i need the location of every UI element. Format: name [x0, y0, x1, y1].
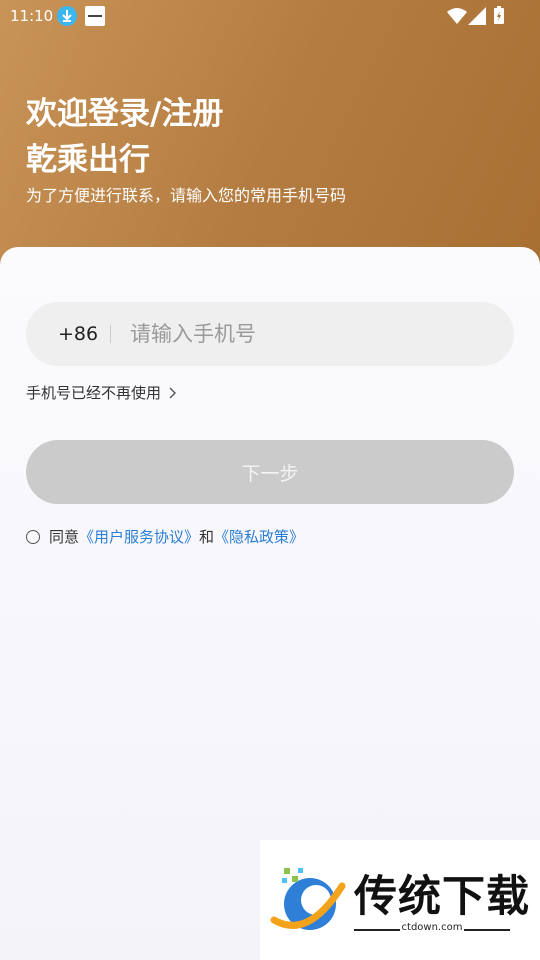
next-button[interactable]: 下一步 — [26, 440, 514, 504]
watermark-logo-icon — [270, 868, 346, 930]
agreement-and: 和 — [199, 528, 215, 546]
status-time: 11:10 — [10, 7, 54, 25]
agreement-row: 同意 《用户服务协议》 和 《隐私政策》 — [26, 526, 304, 547]
agreement-radio[interactable] — [26, 529, 40, 544]
battery-icon — [494, 6, 504, 24]
country-code-selector[interactable]: +86 — [58, 323, 98, 345]
signal-icon — [468, 7, 486, 25]
status-bar: 11:10 — [0, 0, 540, 32]
watermark-line-right — [464, 929, 510, 931]
phone-field[interactable]: +86 — [26, 302, 514, 366]
field-divider — [110, 325, 111, 343]
chevron-right-icon — [169, 387, 177, 398]
watermark: 传统下载 ctdown.com — [260, 840, 540, 960]
privacy-policy-link[interactable]: 《隐私政策》 — [214, 526, 304, 547]
page-subtitle: 为了方便进行联系，请输入您的常用手机号码 — [26, 186, 347, 205]
watermark-line-left — [354, 929, 400, 931]
app-name: 乾乘出行 — [26, 142, 150, 178]
phone-input[interactable] — [130, 316, 490, 352]
app-notification-icon — [85, 6, 105, 26]
user-agreement-link[interactable]: 《用户服务协议》 — [79, 526, 199, 547]
number-no-longer-used-label: 手机号已经不再使用 — [26, 384, 162, 402]
agreement-prefix: 同意 — [49, 528, 80, 546]
page-title: 欢迎登录/注册 — [26, 96, 224, 132]
wifi-icon — [447, 8, 467, 24]
number-no-longer-used-link[interactable]: 手机号已经不再使用 — [26, 382, 177, 403]
watermark-domain: ctdown.com — [401, 922, 463, 933]
watermark-brand: 传统下载 — [354, 872, 530, 922]
download-icon — [57, 6, 77, 26]
